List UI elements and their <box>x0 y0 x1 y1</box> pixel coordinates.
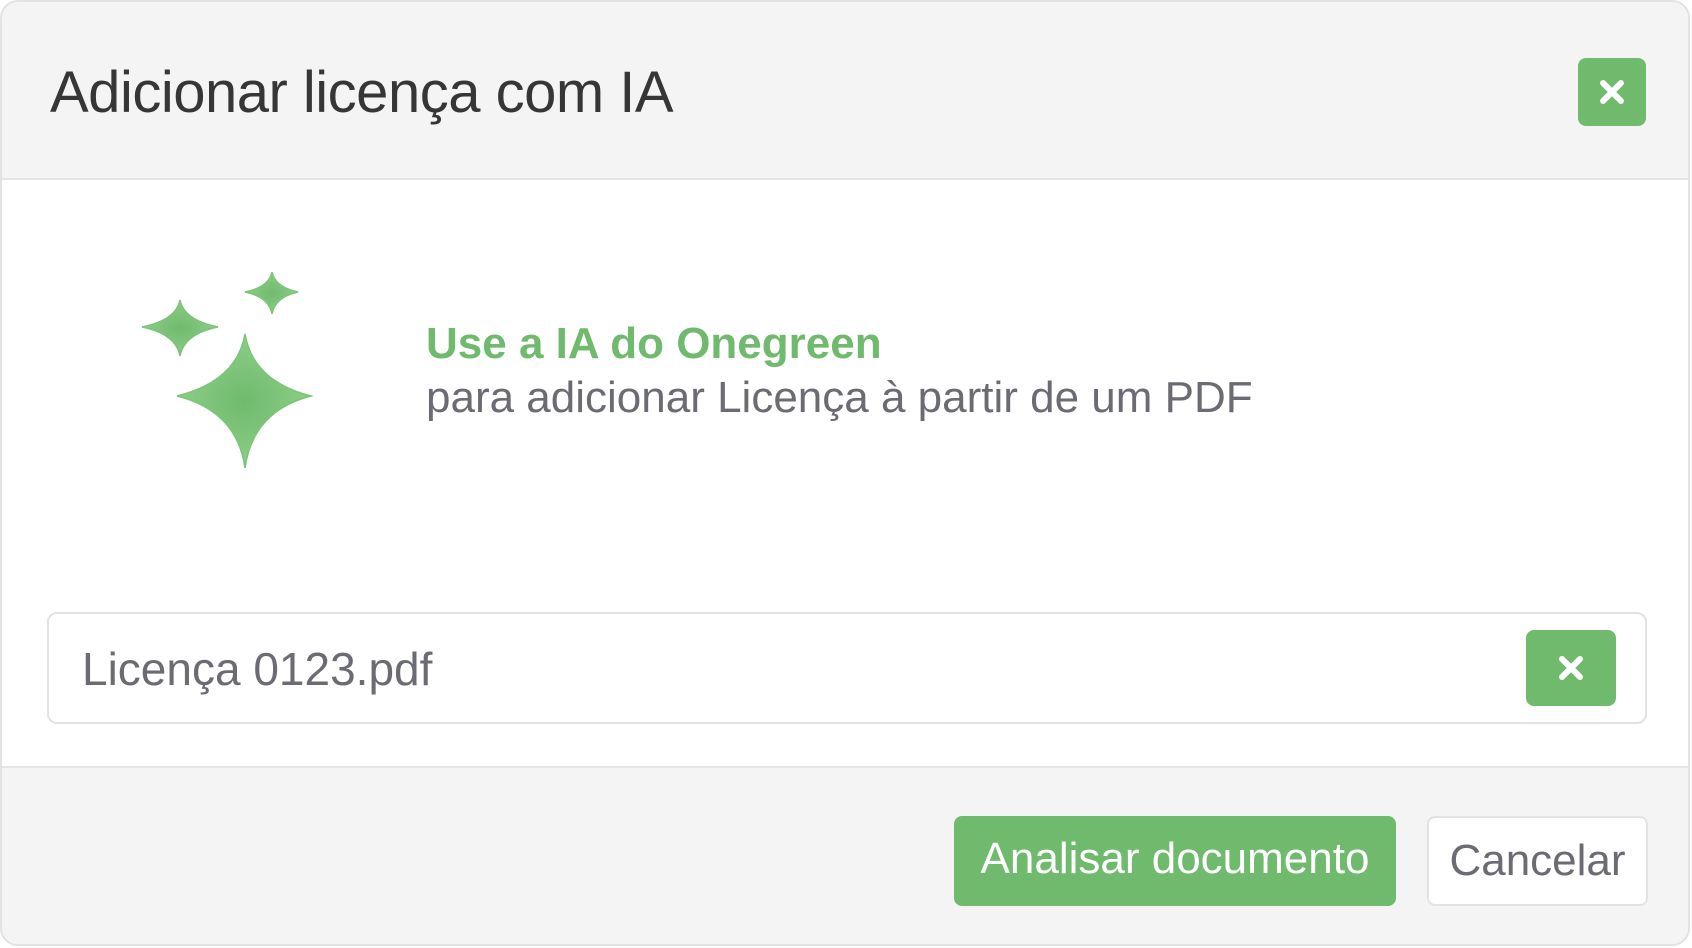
close-icon <box>1559 656 1583 680</box>
modal-footer: Analisar documento Cancelar <box>2 766 1688 944</box>
file-name: Licença 0123.pdf <box>82 643 433 695</box>
modal-title: Adicionar licença com IA <box>50 60 674 125</box>
ai-promo-title: Use a IA do Onegreen <box>426 319 882 368</box>
modal-close-button[interactable] <box>1578 58 1646 126</box>
add-license-ai-modal: Adicionar licença com IA Use a IA do One… <box>0 0 1690 946</box>
selected-file-field: Licença 0123.pdf <box>47 612 1647 724</box>
ai-promo-subtitle: para adicionar Licença à partir de um PD… <box>426 373 1253 422</box>
sparkles-icon <box>141 271 314 469</box>
ai-promo-text: Use a IA do Onegreen para adicionar Lice… <box>426 318 1253 426</box>
modal-body: Use a IA do Onegreen para adicionar Lice… <box>2 180 1688 768</box>
cancel-button[interactable]: Cancelar <box>1427 816 1648 906</box>
remove-file-button[interactable] <box>1526 630 1616 706</box>
close-icon <box>1600 80 1624 104</box>
analyze-document-button[interactable]: Analisar documento <box>954 816 1396 906</box>
modal-header: Adicionar licença com IA <box>2 2 1688 180</box>
